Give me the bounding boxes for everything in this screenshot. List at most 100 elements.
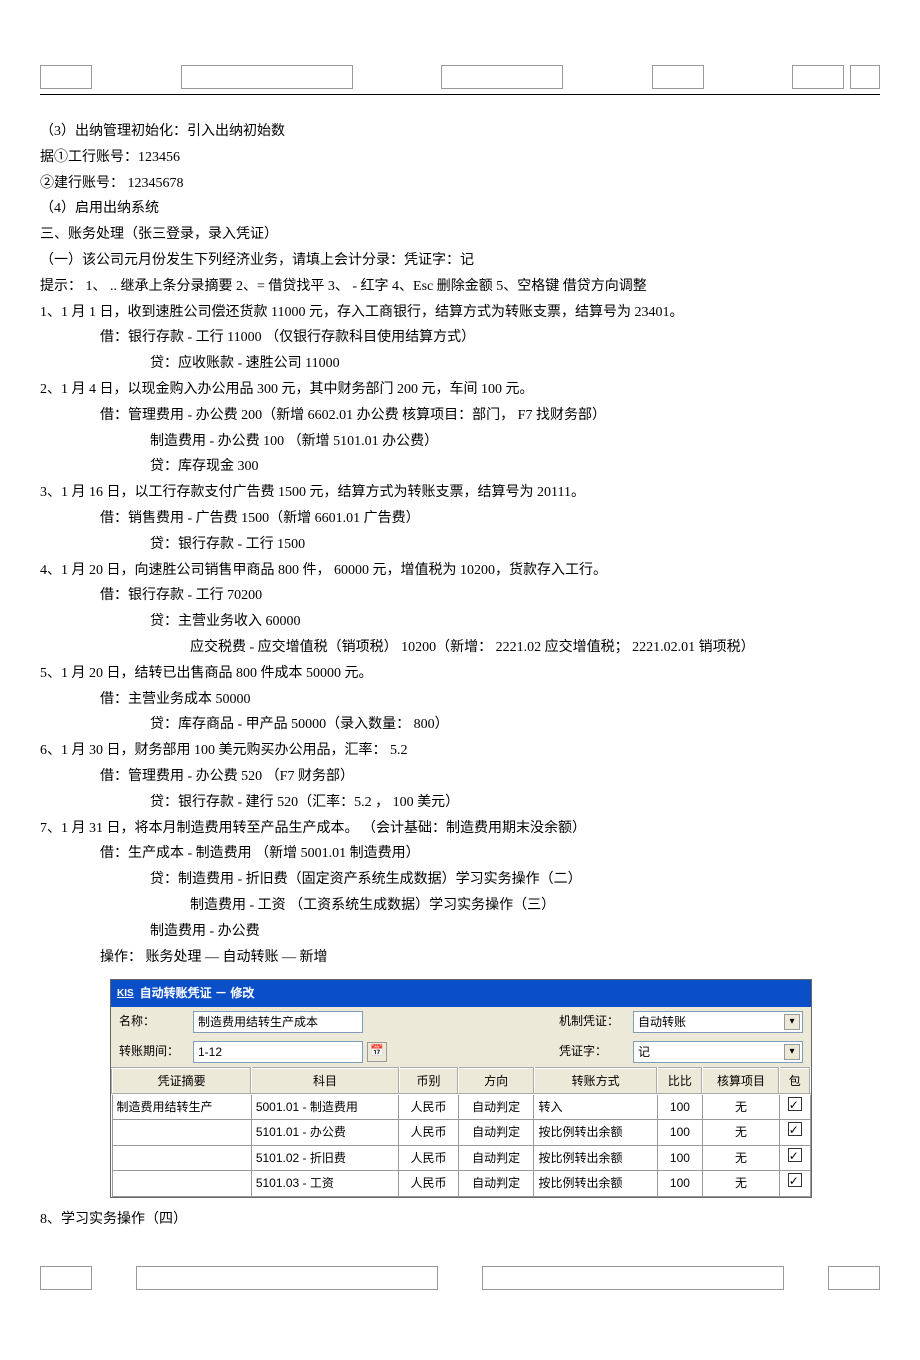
cell-method[interactable]: 按比例转出余额	[534, 1171, 657, 1196]
col-method[interactable]: 转账方式	[534, 1068, 657, 1094]
text-line: 借：银行存款 - 工行 11000 （仅银行存款科目使用结算方式）	[40, 326, 880, 350]
col-incl[interactable]: 包	[779, 1068, 810, 1094]
footer-box	[40, 1266, 92, 1290]
header-box	[850, 65, 880, 89]
cell-method[interactable]: 按比例转出余额	[534, 1120, 657, 1145]
checkbox-icon[interactable]	[788, 1148, 802, 1162]
grid-row[interactable]: 5101.02 - 折旧费 人民币 自动判定 按比例转出余额 100 无	[112, 1145, 810, 1170]
cell-currency[interactable]: 人民币	[399, 1145, 459, 1170]
footer-box	[136, 1266, 438, 1290]
footer-box	[828, 1266, 880, 1290]
grid-row[interactable]: 制造费用结转生产 5001.01 - 制造费用 人民币 自动判定 转入 100 …	[112, 1094, 810, 1120]
text-line: 3、1 月 16 日，以工行存款支付广告费 1500 元，结算方式为转账支票，结…	[40, 481, 880, 505]
cell-subject[interactable]: 5101.03 - 工资	[251, 1171, 398, 1196]
input-name[interactable]: 制造费用结转生产成本	[193, 1011, 363, 1033]
text-line: 据①工行账号：123456	[40, 146, 880, 170]
col-direction[interactable]: 方向	[458, 1068, 534, 1094]
grid-header-row: 凭证摘要 科目 币别 方向 转账方式 比比 核算项目 包	[112, 1068, 810, 1094]
cell-incl[interactable]	[779, 1120, 810, 1145]
cell-subject[interactable]: 5001.01 - 制造费用	[251, 1094, 398, 1120]
voucher-grid: 凭证摘要 科目 币别 方向 转账方式 比比 核算项目 包 制造费用结转生产 50…	[111, 1067, 811, 1197]
text-line: 操作： 账务处理 — 自动转账 — 新增	[40, 946, 880, 970]
text-line: 贷：库存商品 - 甲产品 50000（录入数量： 800）	[40, 713, 880, 737]
text-line: 8、学习实务操作（四）	[40, 1208, 880, 1232]
text-line: 贷：银行存款 - 工行 1500	[40, 533, 880, 557]
cell-item[interactable]: 无	[702, 1171, 779, 1196]
input-period[interactable]: 1-12	[193, 1041, 363, 1063]
text-line: 7、1 月 31 日，将本月制造费用转至产品生产成本。 （会计基础：制造费用期末…	[40, 817, 880, 841]
cell-item[interactable]: 无	[702, 1145, 779, 1170]
cell-ratio[interactable]: 100	[657, 1094, 702, 1120]
cell-ratio[interactable]: 100	[657, 1171, 702, 1196]
label-word: 凭证字：	[559, 1041, 629, 1061]
cell-method[interactable]: 按比例转出余额	[534, 1145, 657, 1170]
text-line: （3）出纳管理初始化：引入出纳初始数	[40, 120, 880, 144]
text-line: 贷：银行存款 - 建行 520（汇率：5.2 ， 100 美元）	[40, 791, 880, 815]
cell-ratio[interactable]: 100	[657, 1120, 702, 1145]
form-row-period: 转账期间： 1-12 📅 凭证字： 记	[111, 1037, 811, 1067]
header-box	[181, 65, 353, 89]
col-subject[interactable]: 科目	[251, 1068, 398, 1094]
grid-row[interactable]: 5101.03 - 工资 人民币 自动判定 按比例转出余额 100 无	[112, 1171, 810, 1196]
checkbox-icon[interactable]	[788, 1122, 802, 1136]
cell-direction[interactable]: 自动判定	[458, 1145, 534, 1170]
cell-direction[interactable]: 自动判定	[458, 1171, 534, 1196]
document-page: （3）出纳管理初始化：引入出纳初始数 据①工行账号：123456 ②建行账号： …	[40, 65, 880, 1295]
checkbox-icon[interactable]	[788, 1097, 802, 1111]
text-line: 借：主营业务成本 50000	[40, 688, 880, 712]
cell-summary[interactable]: 制造费用结转生产	[112, 1094, 251, 1120]
cell-subject[interactable]: 5101.01 - 办公费	[251, 1120, 398, 1145]
combo-mech[interactable]: 自动转账	[633, 1011, 803, 1033]
cell-summary[interactable]	[112, 1171, 251, 1196]
cell-direction[interactable]: 自动判定	[458, 1094, 534, 1120]
header-box	[441, 65, 563, 89]
cell-subject[interactable]: 5101.02 - 折旧费	[251, 1145, 398, 1170]
text-line: ②建行账号： 12345678	[40, 172, 880, 196]
text-line: （4）启用出纳系统	[40, 197, 880, 221]
text-line: 借：生产成本 - 制造费用 （新增 5001.01 制造费用）	[40, 842, 880, 866]
period-picker-icon[interactable]: 📅	[367, 1042, 387, 1062]
checkbox-icon[interactable]	[788, 1173, 802, 1187]
col-summary[interactable]: 凭证摘要	[112, 1068, 251, 1094]
grid-row[interactable]: 5101.01 - 办公费 人民币 自动判定 按比例转出余额 100 无	[112, 1120, 810, 1145]
cell-summary[interactable]	[112, 1145, 251, 1170]
text-line: 三、账务处理（张三登录，录入凭证）	[40, 223, 880, 247]
text-line: 贷：应收账款 - 速胜公司 11000	[40, 352, 880, 376]
footer-box	[482, 1266, 784, 1290]
footer-boxes	[40, 1261, 880, 1295]
header-box	[792, 65, 844, 89]
text-line: 5、1 月 20 日，结转已出售商品 800 件成本 50000 元。	[40, 662, 880, 686]
col-item[interactable]: 核算项目	[702, 1068, 779, 1094]
auto-transfer-dialog: KIS 自动转账凭证 － 修改 名称： 制造费用结转生产成本 机制凭证： 自动转…	[110, 979, 812, 1197]
cell-method[interactable]: 转入	[534, 1094, 657, 1120]
col-currency[interactable]: 币别	[399, 1068, 459, 1094]
text-line: 4、1 月 20 日，向速胜公司销售甲商品 800 件， 60000 元，增值税…	[40, 559, 880, 583]
text-line: 贷：库存现金 300	[40, 455, 880, 479]
cell-incl[interactable]	[779, 1171, 810, 1196]
cell-currency[interactable]: 人民币	[399, 1120, 459, 1145]
cell-ratio[interactable]: 100	[657, 1145, 702, 1170]
col-ratio[interactable]: 比比	[657, 1068, 702, 1094]
cell-item[interactable]: 无	[702, 1120, 779, 1145]
cell-item[interactable]: 无	[702, 1094, 779, 1120]
cell-incl[interactable]	[779, 1094, 810, 1120]
cell-currency[interactable]: 人民币	[399, 1171, 459, 1196]
label-period: 转账期间：	[119, 1041, 189, 1061]
cell-currency[interactable]: 人民币	[399, 1094, 459, 1120]
text-line: 借：管理费用 - 办公费 520 （F7 财务部）	[40, 765, 880, 789]
text-line: 2、1 月 4 日，以现金购入办公用品 300 元，其中财务部门 200 元，车…	[40, 378, 880, 402]
dialog-titlebar: KIS 自动转账凭证 － 修改	[111, 980, 811, 1006]
header-boxes	[40, 65, 880, 95]
cell-direction[interactable]: 自动判定	[458, 1120, 534, 1145]
text-line: 制造费用 - 工资 （工资系统生成数据）学习实务操作（三）	[40, 894, 880, 918]
label-mech: 机制凭证：	[559, 1011, 629, 1031]
text-line: 1、1 月 1 日，收到速胜公司偿还货款 11000 元，存入工商银行，结算方式…	[40, 301, 880, 325]
text-line: 应交税费 - 应交增值税（销项税） 10200（新增： 2221.02 应交增值…	[40, 636, 880, 660]
combo-word[interactable]: 记	[633, 1041, 803, 1063]
cell-summary[interactable]	[112, 1120, 251, 1145]
header-box	[40, 65, 92, 89]
header-box	[652, 65, 704, 89]
text-line: 贷：主营业务收入 60000	[40, 610, 880, 634]
cell-incl[interactable]	[779, 1145, 810, 1170]
label-name: 名称：	[119, 1011, 189, 1031]
